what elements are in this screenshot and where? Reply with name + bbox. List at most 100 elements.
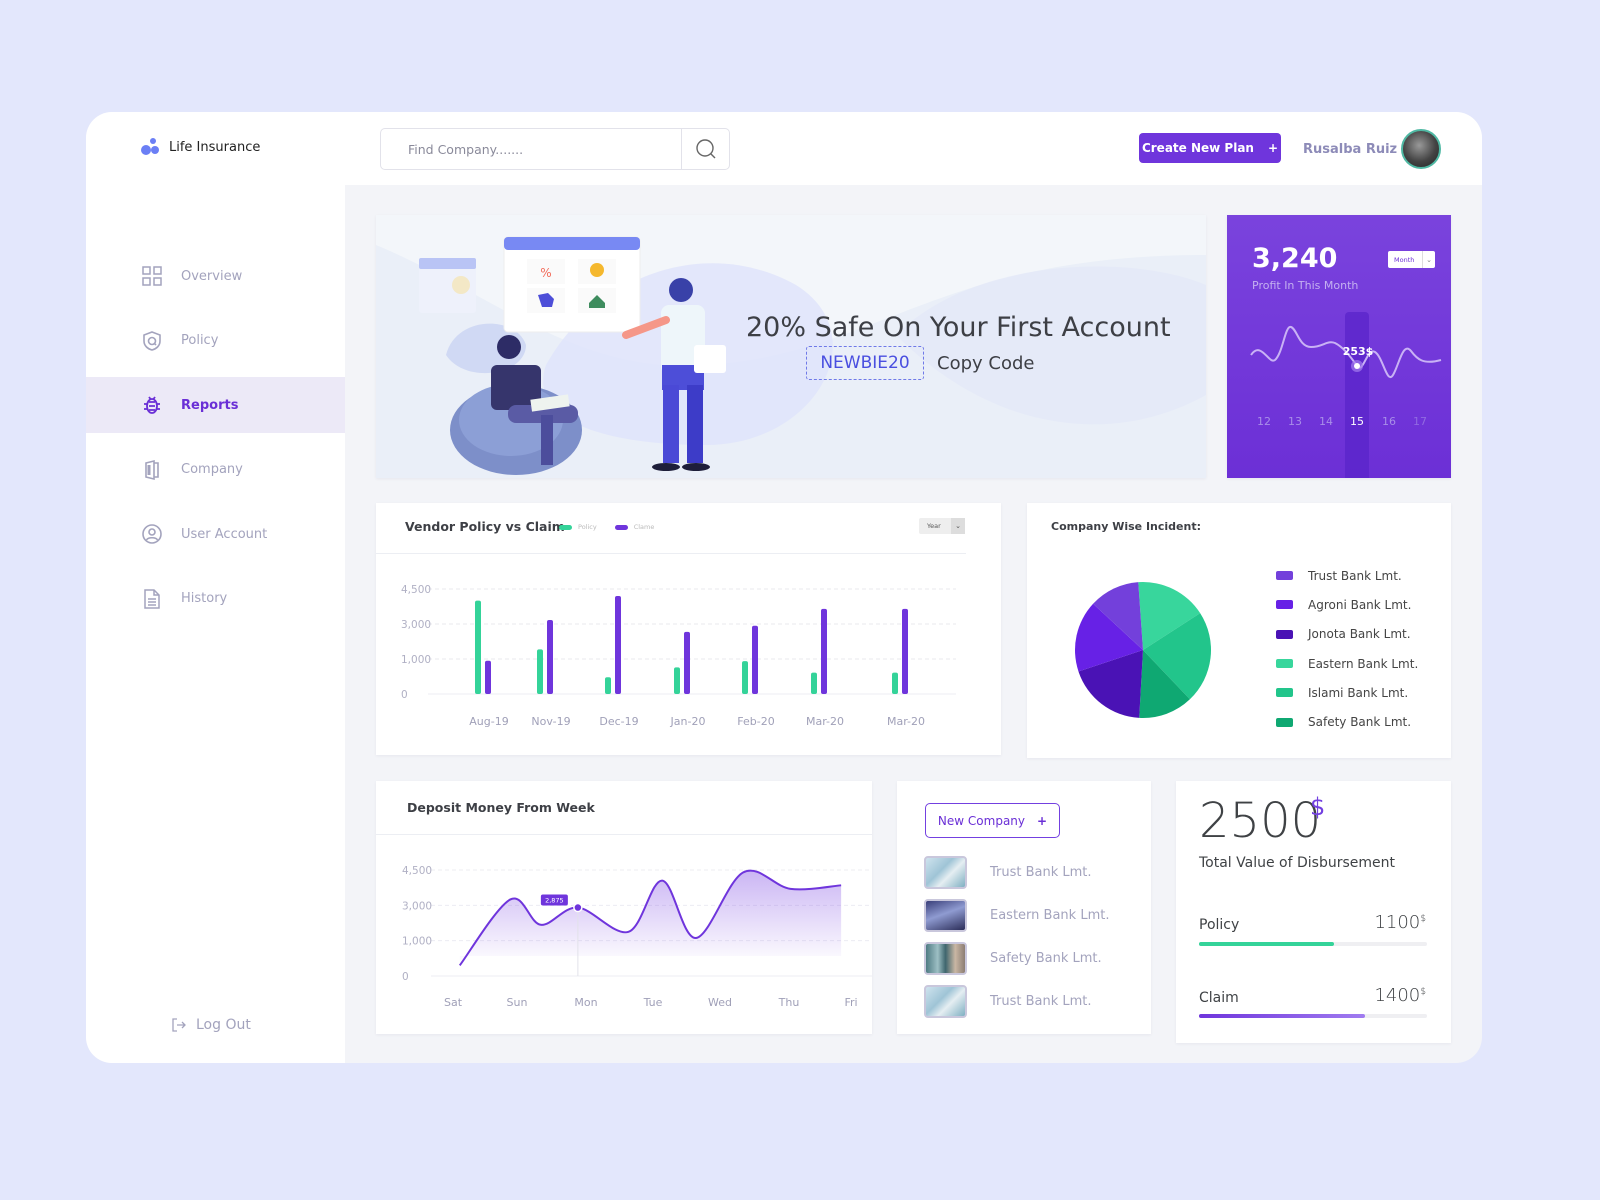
search-button[interactable] — [681, 129, 729, 169]
user-name[interactable]: Rusalba Ruiz — [1303, 142, 1397, 157]
create-new-plan-button[interactable]: Create New Plan + — [1139, 133, 1281, 163]
pie-legend-item: Eastern Bank Lmt. — [1276, 649, 1418, 678]
logout-button[interactable]: Log Out — [172, 1017, 251, 1033]
company-thumbnail — [924, 899, 967, 932]
sidebar-item-reports[interactable]: Reports — [86, 377, 345, 433]
company-list-item[interactable]: Trust Bank Lmt. — [924, 856, 1092, 889]
x-tick-label: Jan-20 — [670, 715, 706, 728]
highlight-point — [1354, 363, 1360, 369]
y-tick-label: 0 — [401, 689, 408, 701]
x-tick-label: Dec-19 — [599, 715, 638, 728]
logout-label: Log Out — [196, 1017, 251, 1033]
bar-policy — [811, 672, 817, 694]
bar-policy — [605, 677, 611, 694]
y-tick-label: 1,000 — [402, 936, 432, 948]
y-tick-label: 4,500 — [402, 865, 432, 877]
company-list-item[interactable]: Eastern Bank Lmt. — [924, 899, 1109, 932]
banner-illustration: % — [376, 236, 1206, 478]
bar-clame — [752, 625, 758, 694]
currency-symbol: $ — [1420, 914, 1426, 924]
incident-pie-chart — [1075, 582, 1211, 718]
day-label: 13 — [1288, 415, 1302, 428]
x-tick-label: Thu — [778, 996, 800, 1009]
company-thumbnail — [924, 985, 967, 1018]
day-label: 12 — [1257, 415, 1271, 428]
avatar[interactable] — [1401, 129, 1441, 169]
grid-icon — [142, 266, 162, 286]
company-list-item[interactable]: Safety Bank Lmt. — [924, 942, 1102, 975]
building-icon — [145, 459, 159, 480]
sidebar-item-company[interactable]: Company — [86, 442, 345, 498]
legend-label: Eastern Bank Lmt. — [1308, 656, 1419, 671]
y-tick-label: 0 — [402, 971, 409, 983]
company-name: Trust Bank Lmt. — [990, 865, 1092, 880]
y-tick-label: 4,500 — [401, 584, 431, 596]
policy-value: 1100$ — [1374, 912, 1426, 933]
topbar: Create New Plan + Rusalba Ruiz — [345, 112, 1482, 185]
bar-policy — [674, 667, 680, 694]
sidebar-item-label: Company — [181, 462, 243, 477]
x-tick-label: Aug-19 — [469, 715, 508, 728]
x-tick-label: Mon — [574, 996, 597, 1009]
promo-banner: % 20% Safe On Your First Account NEWBIE2… — [376, 215, 1206, 478]
bar-clame — [547, 620, 553, 694]
plus-icon: + — [1267, 141, 1279, 155]
x-tick-label: Fri — [844, 996, 857, 1009]
app-name: Life Insurance — [169, 139, 261, 155]
legend-swatch — [1276, 571, 1293, 581]
copy-code-button[interactable]: Copy Code — [937, 353, 1034, 374]
bar-policy — [742, 661, 748, 694]
x-tick-label: Mar-20 — [806, 715, 844, 728]
selected-day-column — [1345, 312, 1369, 478]
y-tick-label: 3,000 — [402, 900, 432, 912]
day-label: 14 — [1319, 415, 1333, 428]
claim-amount: 1400 — [1374, 985, 1421, 1006]
companies-card: New Company + Trust Bank Lmt. Eastern Ba… — [897, 781, 1151, 1034]
incident-card: Company Wise Incident: Trust Bank Lmt. Ag… — [1027, 503, 1451, 758]
sidebar-item-user-account[interactable]: User Account — [86, 506, 345, 562]
company-list-item[interactable]: Trust Bank Lmt. — [924, 985, 1092, 1018]
tooltip-label: 2,875 — [545, 897, 564, 905]
sidebar-item-label: User Account — [181, 526, 268, 542]
legend-swatch — [1276, 688, 1293, 698]
bar-clame — [821, 608, 827, 694]
day-label: 17 — [1413, 415, 1427, 428]
company-thumbnail — [924, 856, 967, 889]
bar-policy — [537, 649, 543, 694]
plus-icon: + — [1037, 813, 1048, 828]
currency-symbol: $ — [1420, 987, 1426, 997]
legend-swatch — [1276, 717, 1293, 727]
logo-dots-icon — [141, 138, 161, 156]
disbursement-card: 2500 $ Total Value of Disbursement Polic… — [1176, 781, 1451, 1043]
legend-swatch — [1276, 659, 1293, 669]
sidebar-item-overview[interactable]: Overview — [86, 248, 345, 304]
claim-progress-bar — [1199, 1014, 1427, 1018]
incident-title: Company Wise Incident: — [1051, 520, 1201, 533]
area-fill — [459, 870, 842, 966]
shield-icon — [143, 330, 161, 351]
sidebar-nav: Overview Policy Reports Company User Acc… — [86, 248, 345, 635]
new-company-button[interactable]: New Company + — [925, 803, 1060, 838]
pie-legend-item: Islami Bank Lmt. — [1276, 678, 1418, 707]
disbursement-value: 2500 — [1199, 793, 1322, 849]
pie-legend-item: Jonota Bank Lmt. — [1276, 620, 1418, 649]
app-logo[interactable]: Life Insurance — [141, 138, 260, 156]
search-icon — [695, 139, 715, 159]
company-name: Trust Bank Lmt. — [990, 994, 1092, 1009]
highlight-point — [573, 902, 583, 913]
legend-label: Jonota Bank Lmt. — [1308, 627, 1411, 642]
x-tick-label: Sun — [507, 996, 528, 1009]
x-tick-label: Sat — [444, 996, 463, 1009]
legend-label: Safety Bank Lmt. — [1308, 715, 1412, 730]
sidebar-item-history[interactable]: History — [86, 571, 345, 627]
sidebar-item-policy[interactable]: Policy — [86, 313, 345, 369]
deposit-chart-card: Deposit Money From Week 0 1,000 3,000 4,500… — [376, 781, 872, 1034]
promo-code[interactable]: NEWBIE20 — [806, 346, 924, 380]
x-tick-label: Nov-19 — [531, 715, 570, 728]
vendor-chart-card: Vendor Policy vs Claim Policy Clame Year… — [376, 503, 1001, 755]
x-tick-label: Feb-20 — [737, 715, 774, 728]
search-input[interactable] — [381, 129, 681, 169]
day-label: 15 — [1350, 415, 1364, 428]
banner-title: 20% Safe On Your First Account — [746, 312, 1171, 343]
bar-clame — [485, 660, 491, 694]
